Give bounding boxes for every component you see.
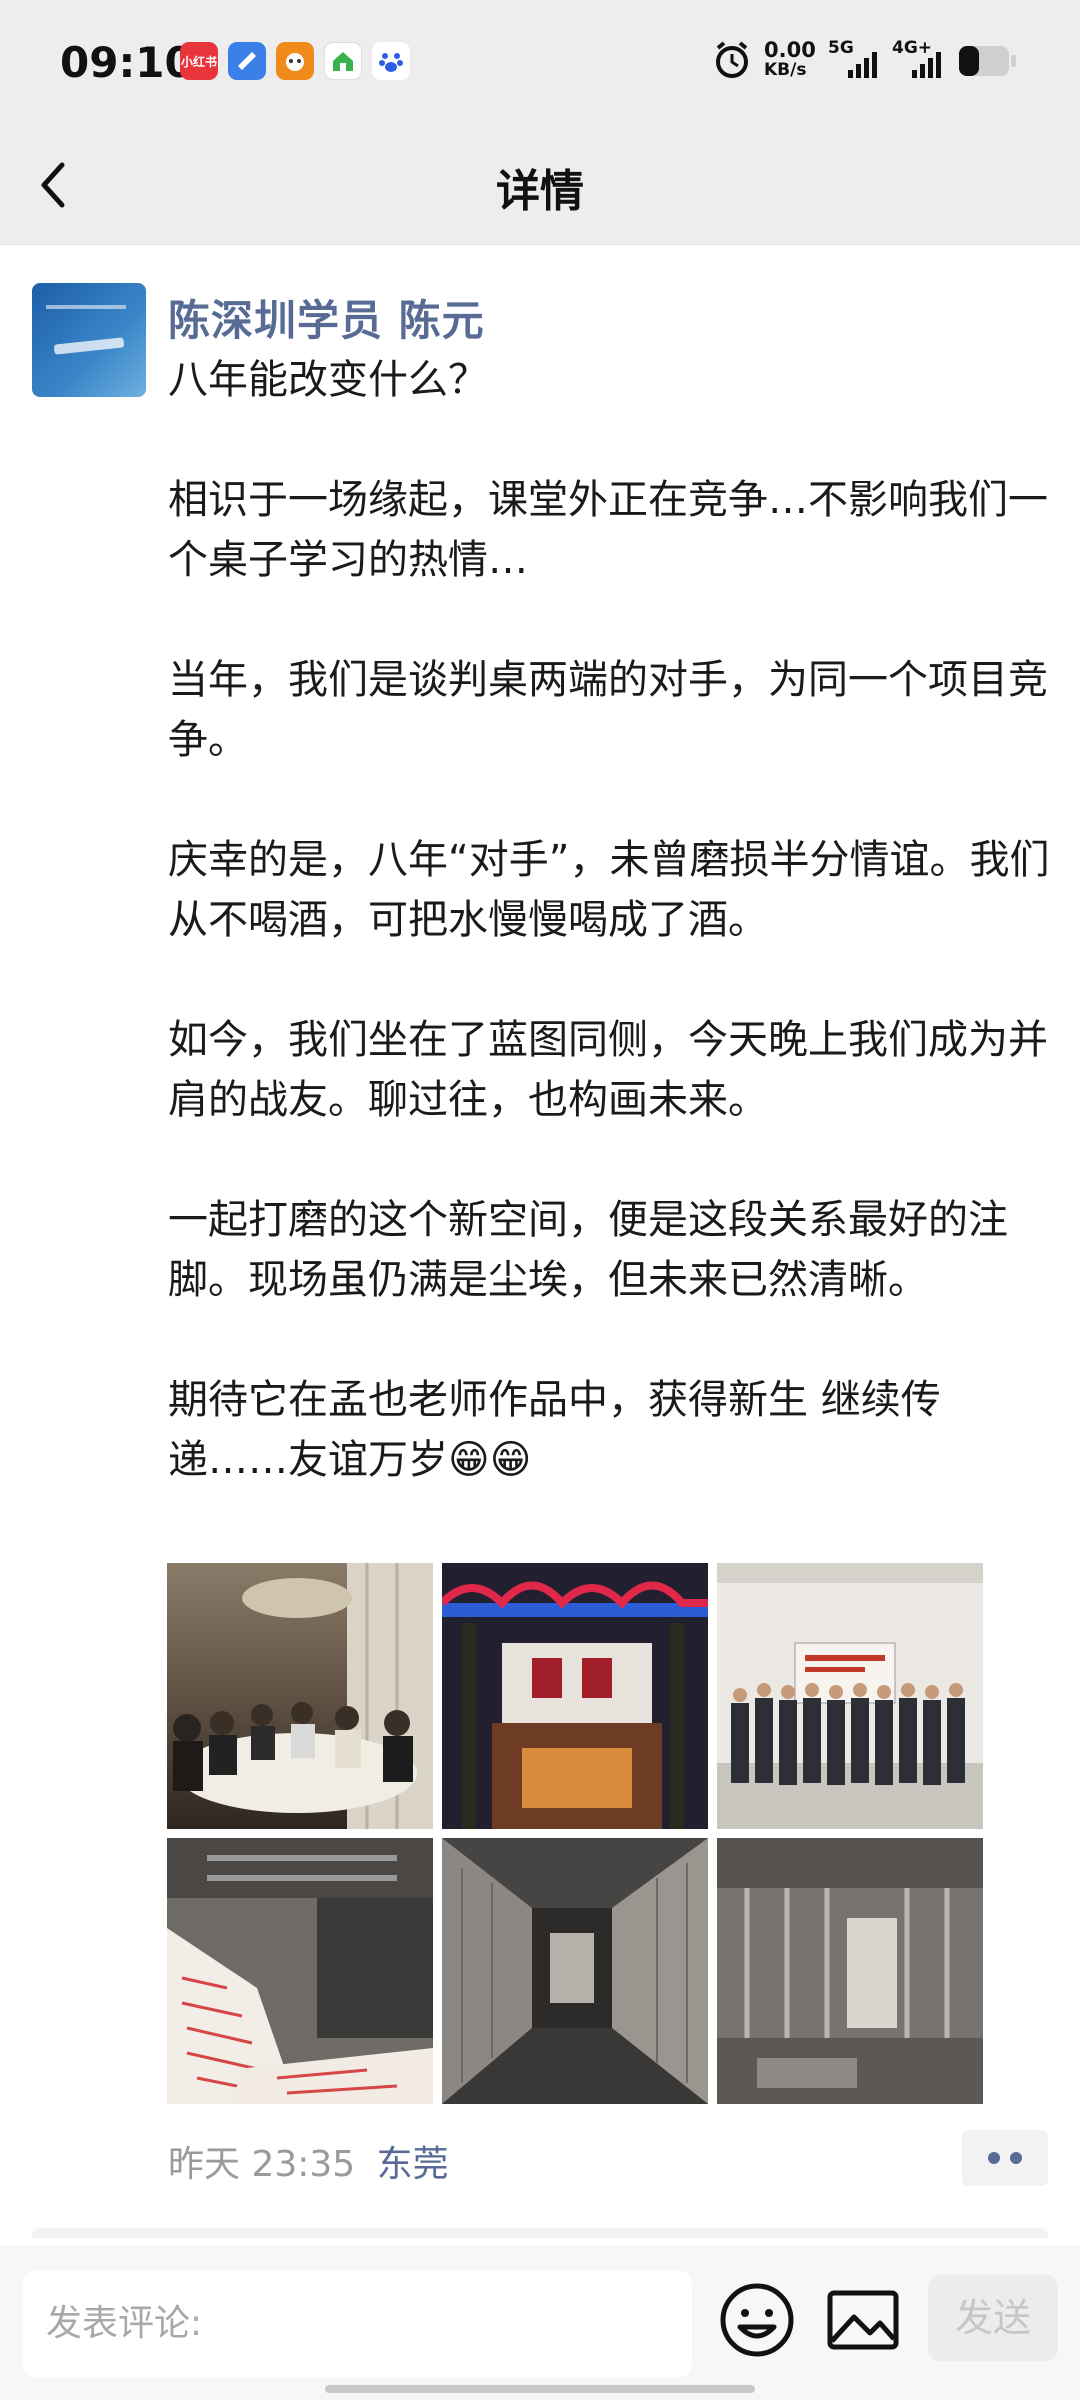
status-bar: 09:10 小红书 0.00 KB/s 5G 4G+ <box>0 0 1080 125</box>
status-time: 09:10 <box>60 38 194 87</box>
net-speed: 0.00 <box>764 38 816 62</box>
post-paragraph: 八年能改变什么？ <box>168 357 488 403</box>
post-time: 昨天 23:35 <box>168 2144 356 2185</box>
more-actions-button[interactable] <box>962 2130 1048 2186</box>
post-paragraph: 如今，我们坐在了蓝图同侧，今天晚上我们成为并肩的战友。聊过往，也构画未来。 <box>168 1017 1048 1123</box>
page-title: 详情 <box>496 166 584 217</box>
send-button[interactable]: 发送 <box>928 2275 1058 2361</box>
avatar[interactable] <box>32 283 146 397</box>
construction-photo-1[interactable] <box>167 1838 433 2104</box>
post-paragraph: 一起打磨的这个新空间，便是这段关系最好的注脚。现场虽仍满是尘埃，但未来已然清晰。 <box>168 1197 1008 1303</box>
post-text: 八年能改变什么？ 相识于一场缘起，课堂外正在竞争…不影响我们一个桌子学习的热情…… <box>168 350 1058 1490</box>
nav-bar: 详情 <box>0 125 1080 245</box>
alarm-icon <box>712 40 752 80</box>
post-paragraph: 当年，我们是谈判桌两端的对手，为同一个项目竞争。 <box>168 657 1048 763</box>
cat-app-icon <box>276 42 314 80</box>
signal-4g-icon <box>910 48 950 78</box>
net-unit: KB/s <box>764 60 807 80</box>
group-photo[interactable] <box>717 1563 983 1829</box>
image-icon[interactable] <box>818 2275 908 2365</box>
xiaohongshu-icon: 小红书 <box>180 42 218 80</box>
post-meta: 昨天 23:35 东莞 <box>168 2135 449 2187</box>
post-paragraph: 期待它在孟也老师作品中，获得新生 继续传递……友谊万岁😁😁 <box>168 1377 941 1483</box>
dot-icon <box>988 2152 1000 2164</box>
post-location[interactable]: 东莞 <box>377 2144 449 2185</box>
post-paragraph: 相识于一场缘起，课堂外正在竞争…不影响我们一个桌子学习的热情… <box>168 477 1048 583</box>
restaurant-sign-photo[interactable] <box>442 1563 708 1829</box>
signal-5g-icon <box>846 48 886 78</box>
construction-photo-2[interactable] <box>442 1838 708 2104</box>
message-icon <box>228 42 266 80</box>
divider <box>32 2228 1048 2238</box>
comment-bar: 发表评论: 发送 <box>0 2245 1080 2400</box>
construction-photo-3[interactable] <box>717 1838 983 2104</box>
home-indicator[interactable] <box>325 2385 755 2393</box>
dot-icon <box>1010 2152 1022 2164</box>
home-app-icon <box>324 42 362 80</box>
dinner-photo[interactable] <box>167 1563 433 1829</box>
author-name[interactable]: 陈深圳学员 陈元 <box>168 287 485 348</box>
comment-input[interactable]: 发表评论: <box>22 2270 692 2378</box>
baidu-icon <box>372 42 410 80</box>
battery-icon <box>958 44 1018 78</box>
emoji-icon[interactable] <box>712 2275 802 2365</box>
post-paragraph: 庆幸的是，八年“对手”，未曾磨损半分情谊。我们从不喝酒，可把水慢慢喝成了酒。 <box>168 837 1050 943</box>
